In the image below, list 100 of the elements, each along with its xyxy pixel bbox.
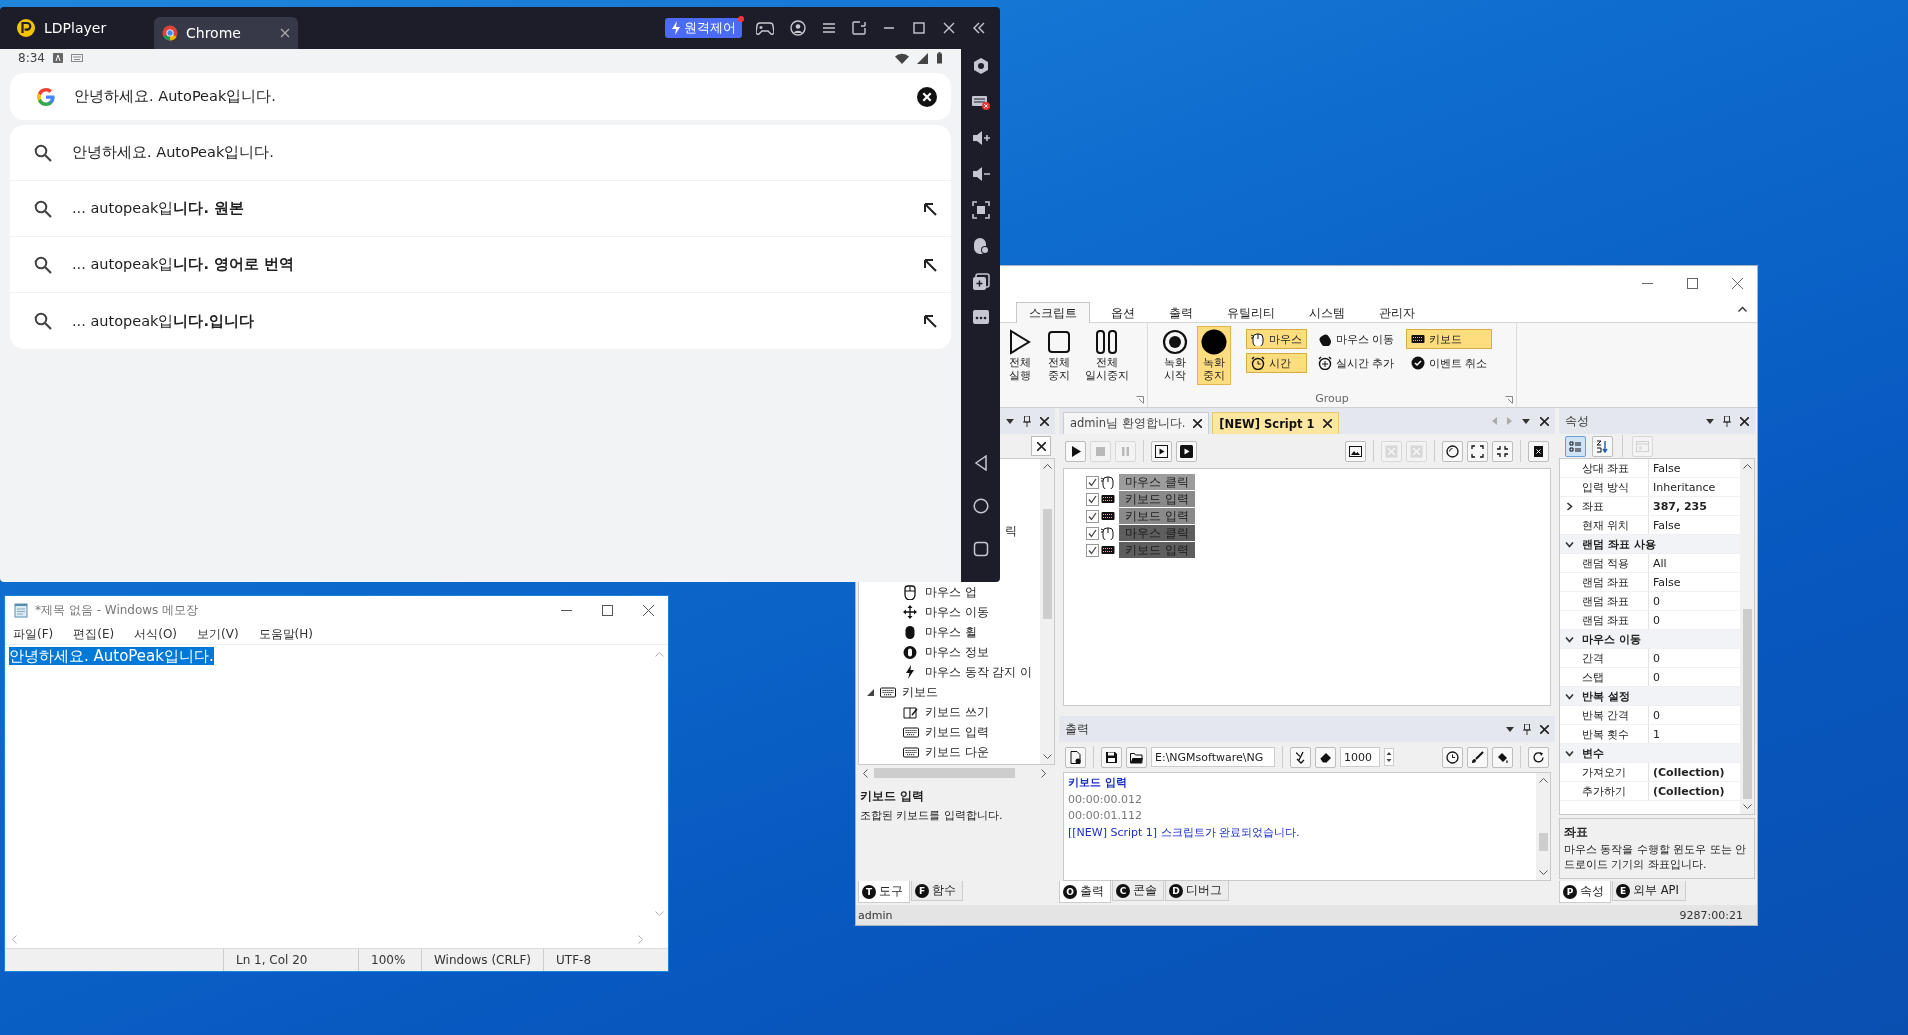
dialog-launcher-icon[interactable] — [1505, 396, 1513, 404]
scrollbar-thumb[interactable] — [1042, 509, 1052, 619]
spinner-icon[interactable] — [1384, 748, 1394, 766]
ribbon-tab[interactable]: 시스템 — [1296, 302, 1358, 323]
close-icon[interactable] — [1540, 416, 1549, 426]
ribbon-button[interactable]: 전체 중지 — [1042, 326, 1076, 386]
panel-tab[interactable]: O 출력 — [1059, 881, 1111, 903]
script-step[interactable]: 키보드 입력 — [1119, 508, 1195, 524]
trash-button[interactable] — [1528, 440, 1549, 462]
gamepad-icon[interactable] — [756, 21, 774, 35]
dropdown-icon[interactable] — [1506, 726, 1514, 732]
property-value[interactable]: 0 — [1649, 706, 1660, 724]
collapse-button[interactable] — [1492, 440, 1513, 462]
tree-item[interactable]: 릭 — [1005, 523, 1017, 539]
toggle-button[interactable]: 마우스 이동 — [1313, 329, 1400, 349]
keyboard-icon[interactable] — [970, 93, 991, 111]
tree-item[interactable]: 키보드 입력 — [925, 724, 989, 740]
screen-capture-icon[interactable] — [971, 201, 990, 219]
expand-icon[interactable] — [1564, 539, 1574, 549]
property-value[interactable]: 387, 235 — [1649, 497, 1707, 515]
volume-down-icon[interactable] — [970, 165, 991, 183]
resize-icon[interactable] — [852, 21, 866, 35]
script-step[interactable]: 키보드 입력 — [1119, 491, 1195, 507]
folder-button[interactable] — [1126, 746, 1147, 768]
category-row[interactable]: 랜덤 좌표 사용 — [1560, 535, 1740, 554]
browser-tab[interactable]: Chrome — [154, 17, 298, 49]
checkbox[interactable] — [1086, 509, 1099, 523]
ribbon-tab[interactable]: 스크립트 — [1016, 302, 1090, 323]
image-button[interactable] — [1345, 440, 1366, 462]
suggestion-item[interactable]: ... autopeak입니다. 영어로 번역 — [10, 237, 951, 293]
clock-button[interactable] — [1442, 746, 1463, 768]
property-value[interactable]: 0 — [1649, 649, 1660, 667]
play-button[interactable] — [1065, 440, 1086, 462]
refresh-button[interactable] — [1528, 746, 1549, 768]
clear-icon[interactable] — [917, 86, 937, 107]
maximize-icon[interactable] — [1687, 277, 1698, 289]
menu-item[interactable]: 편집(E) — [73, 625, 115, 643]
tree-item[interactable]: 마우스 이동 — [925, 604, 989, 620]
pin-icon[interactable] — [1723, 415, 1731, 427]
maximize-icon[interactable] — [602, 604, 613, 616]
collapse-icon[interactable] — [972, 21, 986, 35]
expand-icon[interactable] — [1564, 634, 1574, 644]
property-value[interactable]: 0 — [1649, 611, 1660, 629]
home-icon[interactable] — [972, 498, 989, 514]
dialog-launcher-icon[interactable] — [1136, 396, 1144, 404]
toggle-button[interactable]: 이벤트 취소 — [1405, 353, 1492, 373]
recents-icon[interactable] — [972, 541, 989, 557]
ribbon-tab[interactable]: 옵션 — [1098, 302, 1148, 323]
property-value[interactable]: False — [1649, 459, 1681, 477]
property-value[interactable]: All — [1649, 554, 1667, 572]
clear-button[interactable] — [1031, 436, 1051, 456]
save-button[interactable] — [1101, 746, 1122, 768]
broom-button[interactable] — [1290, 746, 1311, 768]
toggle-button[interactable]: 실시간 추가 — [1313, 353, 1400, 373]
scrollbar-thumb[interactable] — [1742, 609, 1752, 799]
ribbon-tab[interactable]: 유틸리티 — [1214, 302, 1288, 323]
toggle-button[interactable]: 마우스 — [1246, 329, 1307, 349]
scrollbar-thumb[interactable] — [1538, 833, 1548, 851]
ribbon-button[interactable]: 녹화 시작 — [1158, 326, 1192, 386]
remote-control-button[interactable]: 원격제어 — [665, 18, 742, 38]
tree-item[interactable]: 키보드 쓰기 — [925, 704, 989, 720]
checkbox[interactable] — [1086, 475, 1099, 489]
menu-item[interactable]: 서식(O) — [134, 625, 178, 643]
suggestion-item[interactable]: 안녕하세요. AutoPeak입니다. — [10, 125, 951, 181]
scroll-left-icon[interactable] — [862, 768, 868, 778]
menu-icon[interactable] — [822, 22, 836, 34]
text-area[interactable]: 안녕하세요. AutoPeak입니다. — [5, 645, 651, 931]
ribbon-button[interactable]: 전체 일시중지 — [1081, 326, 1133, 386]
scroll-right-icon[interactable] — [1041, 768, 1047, 778]
document-tab[interactable]: [NEW] Script 1 — [1212, 412, 1339, 434]
toggle-button[interactable]: 키보드 — [1405, 329, 1492, 349]
menu-item[interactable]: 파일(F) — [13, 625, 54, 643]
dropdown-icon[interactable] — [1006, 418, 1014, 424]
tree-item[interactable]: 키보드 — [902, 684, 938, 700]
path-field[interactable]: E:\NGMsoftware\NG — [1151, 747, 1275, 767]
add-window-icon[interactable] — [971, 273, 990, 291]
scroll-up-icon[interactable] — [1538, 777, 1548, 783]
ribbon-button[interactable]: 전체 실행 — [1003, 326, 1037, 386]
eraser-button[interactable] — [1315, 746, 1336, 768]
close-icon[interactable] — [1322, 419, 1332, 428]
expander-icon[interactable] — [867, 688, 874, 696]
arrow-icon[interactable] — [923, 201, 937, 216]
dropdown-icon[interactable] — [1522, 418, 1530, 424]
property-value[interactable]: 0 — [1649, 668, 1660, 686]
toggle-button[interactable]: 시간 — [1246, 353, 1307, 373]
scroll-down-icon[interactable] — [1042, 754, 1052, 760]
tree-item[interactable]: 마우스 정보 — [925, 644, 989, 660]
tree-item[interactable]: 마우스 동작 감지 이 — [925, 664, 1032, 680]
circle-button[interactable] — [1442, 440, 1463, 462]
scroll-up-icon[interactable] — [1042, 463, 1052, 469]
collapse-ribbon-icon[interactable] — [1738, 306, 1747, 312]
close-icon[interactable] — [1193, 419, 1203, 428]
panel-tab[interactable]: T 도구 — [858, 881, 910, 903]
arrow-icon[interactable] — [923, 314, 937, 328]
close-icon[interactable] — [1740, 416, 1749, 426]
suggestion-item[interactable]: ... autopeak입니다. 원본 — [10, 181, 951, 237]
script-step[interactable]: 마우스 클릭 — [1119, 474, 1195, 490]
pin-icon[interactable] — [1023, 415, 1031, 427]
hexagon-icon[interactable] — [971, 57, 990, 75]
document-tab[interactable]: admin님 환영합니다. — [1063, 412, 1210, 434]
